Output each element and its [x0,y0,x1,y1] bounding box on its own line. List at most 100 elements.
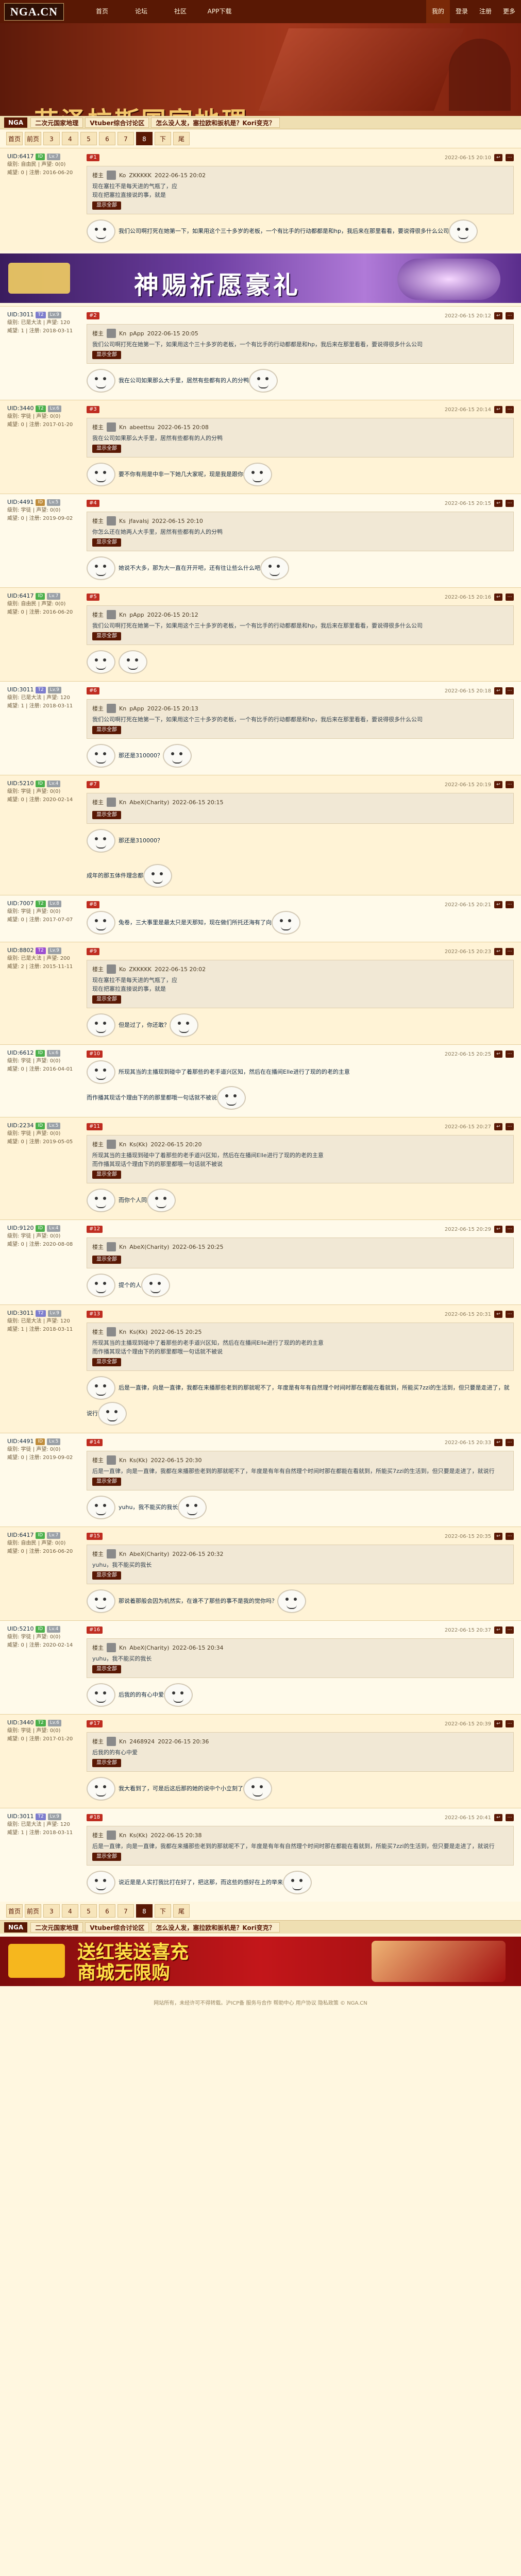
quote-uid[interactable]: AbeX(Charity) [129,798,169,807]
floor-number[interactable]: #11 [87,1123,103,1130]
page-link[interactable]: 5 [80,1904,97,1918]
reply-icon[interactable]: ↩ [494,1720,502,1727]
floor-number[interactable]: #6 [87,687,99,694]
nav-community[interactable]: 社区 [161,0,200,23]
show-all-button[interactable]: 显示全部 [92,1256,121,1264]
floor-number[interactable]: #9 [87,948,99,955]
show-all-button[interactable]: 显示全部 [92,1171,121,1179]
floor-number[interactable]: #5 [87,594,99,601]
breadcrumb-home[interactable]: NGA [4,1922,28,1933]
quote-user[interactable]: Ko [119,965,126,974]
floor-number[interactable]: #1 [87,154,99,161]
nav-register[interactable]: 注册 [474,0,497,23]
quote-user[interactable]: Kn [119,329,126,338]
show-all-button[interactable]: 显示全部 [92,538,121,547]
user-id[interactable]: UID:6417 [7,1531,33,1539]
quote-user[interactable]: Kn [119,1831,126,1840]
user-id[interactable]: UID:2234 [7,1122,33,1130]
reply-icon[interactable]: ↩ [494,1814,502,1821]
quote-uid[interactable]: ZKKKKK [129,171,152,180]
page-link[interactable]: 4 [62,1904,78,1918]
user-id[interactable]: UID:9120 [7,1224,33,1232]
reply-icon[interactable]: ↩ [494,687,502,694]
page-link[interactable]: 3 [43,1904,60,1918]
page-link[interactable]: 3 [43,132,60,145]
reply-icon[interactable]: ↩ [494,594,502,601]
quote-user[interactable]: Kn [119,1550,126,1558]
more-icon[interactable]: ⋯ [506,901,514,908]
floor-number[interactable]: #7 [87,781,99,788]
page-current[interactable]: 8 [136,132,153,145]
quote-user[interactable]: Kn [119,423,126,432]
floor-number[interactable]: #2 [87,312,99,319]
more-icon[interactable]: ⋯ [506,948,514,955]
user-id[interactable]: UID:6417 [7,152,33,161]
show-all-button[interactable]: 显示全部 [92,201,121,210]
show-all-button[interactable]: 显示全部 [92,1478,121,1486]
quote-uid[interactable]: Ks(Kk) [129,1328,147,1336]
floor-number[interactable]: #17 [87,1720,103,1727]
more-icon[interactable]: ⋯ [506,1533,514,1540]
ad-banner-top[interactable]: 神赐祈愿豪礼 [0,253,521,303]
page-prev[interactable]: 前页 [25,1904,41,1918]
page-link[interactable]: 4 [62,132,78,145]
more-icon[interactable]: ⋯ [506,781,514,788]
floor-number[interactable]: #10 [87,1050,103,1058]
breadcrumb-item[interactable]: 二次元国家地理 [30,1922,83,1933]
page-link[interactable]: 7 [117,1904,134,1918]
reply-icon[interactable]: ↩ [494,1311,502,1318]
user-id[interactable]: UID:7007 [7,900,33,908]
more-icon[interactable]: ⋯ [506,1311,514,1318]
reply-icon[interactable]: ↩ [494,1533,502,1540]
show-all-button[interactable]: 显示全部 [92,1759,121,1767]
floor-number[interactable]: #18 [87,1814,103,1821]
more-icon[interactable]: ⋯ [506,1050,514,1058]
nav-forum[interactable]: 论坛 [122,0,161,23]
page-link[interactable]: 7 [117,132,134,145]
floor-number[interactable]: #12 [87,1226,103,1233]
breadcrumb-thread-title[interactable]: 怎么没人发，塞拉欧和扳机是？Kori变克？ [151,117,280,128]
show-all-button[interactable]: 显示全部 [92,1571,121,1580]
show-all-button[interactable]: 显示全部 [92,811,121,819]
quote-uid[interactable]: Ks(Kk) [129,1140,147,1149]
user-id[interactable]: UID:3011 [7,311,33,319]
show-all-button[interactable]: 显示全部 [92,1853,121,1861]
reply-icon[interactable]: ↩ [494,312,502,319]
more-icon[interactable]: ⋯ [506,1123,514,1130]
quote-user[interactable]: Kn [119,1140,126,1149]
show-all-button[interactable]: 显示全部 [92,726,121,734]
floor-number[interactable]: #4 [87,500,99,507]
user-id[interactable]: UID:3440 [7,404,33,413]
user-id[interactable]: UID:8802 [7,946,33,955]
user-id[interactable]: UID:3011 [7,1812,33,1821]
reply-icon[interactable]: ↩ [494,948,502,955]
breadcrumb-home[interactable]: NGA [4,117,28,128]
reply-icon[interactable]: ↩ [494,1439,502,1446]
reply-icon[interactable]: ↩ [494,1226,502,1233]
quote-user[interactable]: Ks [119,517,126,526]
floor-number[interactable]: #3 [87,406,99,413]
more-icon[interactable]: ⋯ [506,594,514,601]
quote-uid[interactable]: pApp [129,704,144,713]
user-id[interactable]: UID:6612 [7,1049,33,1057]
more-icon[interactable]: ⋯ [506,687,514,694]
user-id[interactable]: UID:5210 [7,1625,33,1633]
quote-user[interactable]: Ko [119,171,126,180]
breadcrumb-item[interactable]: Vtuber综合讨论区 [85,117,149,128]
more-icon[interactable]: ⋯ [506,154,514,161]
more-icon[interactable]: ⋯ [506,1226,514,1233]
more-icon[interactable]: ⋯ [506,312,514,319]
page-first[interactable]: 首页 [6,132,23,145]
quote-user[interactable]: Kn [119,611,126,619]
floor-number[interactable]: #13 [87,1311,103,1318]
floor-number[interactable]: #8 [87,901,99,908]
more-icon[interactable]: ⋯ [506,1720,514,1727]
show-all-button[interactable]: 显示全部 [92,995,121,1004]
reply-icon[interactable]: ↩ [494,781,502,788]
more-icon[interactable]: ⋯ [506,406,514,413]
user-id[interactable]: UID:6417 [7,592,33,600]
show-all-button[interactable]: 显示全部 [92,1358,121,1366]
quote-uid[interactable]: pApp [129,611,144,619]
reply-icon[interactable]: ↩ [494,154,502,161]
more-icon[interactable]: ⋯ [506,1626,514,1634]
